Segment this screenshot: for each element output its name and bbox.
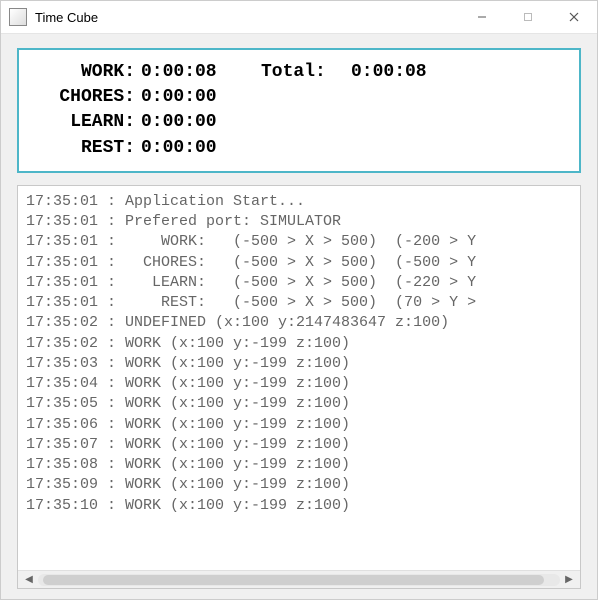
summary-row-rest: REST: 0:00:00 <box>35 136 563 161</box>
app-icon <box>9 8 27 26</box>
minimize-icon <box>477 12 487 22</box>
log-line: 17:35:03 : WORK (x:100 y:-199 z:100) <box>26 354 572 374</box>
summary-row-learn: LEARN: 0:00:00 <box>35 110 563 135</box>
horizontal-scrollbar[interactable]: ◀ ▶ <box>18 570 580 588</box>
scroll-left-arrow-icon[interactable]: ◀ <box>22 573 36 587</box>
log-line: 17:35:10 : WORK (x:100 y:-199 z:100) <box>26 496 572 516</box>
client-area: WORK: 0:00:08 Total: 0:00:08 CHORES: 0:0… <box>1 34 597 599</box>
summary-total-label: Total: <box>261 60 351 85</box>
log-line: 17:35:09 : WORK (x:100 y:-199 z:100) <box>26 475 572 495</box>
window: Time Cube WORK: 0:00:08 Total: 0:00:08 C… <box>0 0 598 600</box>
scroll-right-arrow-icon[interactable]: ▶ <box>562 573 576 587</box>
log-line: 17:35:05 : WORK (x:100 y:-199 z:100) <box>26 394 572 414</box>
summary-time-learn: 0:00:00 <box>141 110 261 135</box>
maximize-button[interactable] <box>505 1 551 33</box>
summary-row-chores: CHORES: 0:00:00 <box>35 85 563 110</box>
summary-label-chores: CHORES: <box>35 85 141 110</box>
log-panel: 17:35:01 : Application Start...17:35:01 … <box>17 185 581 589</box>
log-line: 17:35:02 : UNDEFINED (x:100 y:2147483647… <box>26 313 572 333</box>
summary-label-work: WORK: <box>35 60 141 85</box>
summary-time-work: 0:00:08 <box>141 60 261 85</box>
log-line: 17:35:01 : CHORES: (-500 > X > 500) (-50… <box>26 253 572 273</box>
titlebar: Time Cube <box>1 1 597 34</box>
log-line: 17:35:01 : Application Start... <box>26 192 572 212</box>
summary-row-work: WORK: 0:00:08 Total: 0:00:08 <box>35 60 563 85</box>
log-line: 17:35:01 : LEARN: (-500 > X > 500) (-220… <box>26 273 572 293</box>
summary-time-rest: 0:00:00 <box>141 136 261 161</box>
log-line: 17:35:01 : WORK: (-500 > X > 500) (-200 … <box>26 232 572 252</box>
log-content[interactable]: 17:35:01 : Application Start...17:35:01 … <box>18 186 580 570</box>
maximize-icon <box>523 12 533 22</box>
window-title: Time Cube <box>35 10 98 25</box>
close-button[interactable] <box>551 1 597 33</box>
summary-label-rest: REST: <box>35 136 141 161</box>
scroll-thumb[interactable] <box>43 575 544 585</box>
log-line: 17:35:06 : WORK (x:100 y:-199 z:100) <box>26 415 572 435</box>
summary-panel: WORK: 0:00:08 Total: 0:00:08 CHORES: 0:0… <box>17 48 581 173</box>
log-line: 17:35:01 : REST: (-500 > X > 500) (70 > … <box>26 293 572 313</box>
log-line: 17:35:02 : WORK (x:100 y:-199 z:100) <box>26 334 572 354</box>
log-line: 17:35:07 : WORK (x:100 y:-199 z:100) <box>26 435 572 455</box>
log-line: 17:35:04 : WORK (x:100 y:-199 z:100) <box>26 374 572 394</box>
close-icon <box>569 12 579 22</box>
scroll-track[interactable] <box>38 574 560 586</box>
log-line: 17:35:01 : Prefered port: SIMULATOR <box>26 212 572 232</box>
log-line: 17:35:08 : WORK (x:100 y:-199 z:100) <box>26 455 572 475</box>
minimize-button[interactable] <box>459 1 505 33</box>
summary-total-time: 0:00:08 <box>351 60 427 85</box>
summary-label-learn: LEARN: <box>35 110 141 135</box>
summary-time-chores: 0:00:00 <box>141 85 261 110</box>
